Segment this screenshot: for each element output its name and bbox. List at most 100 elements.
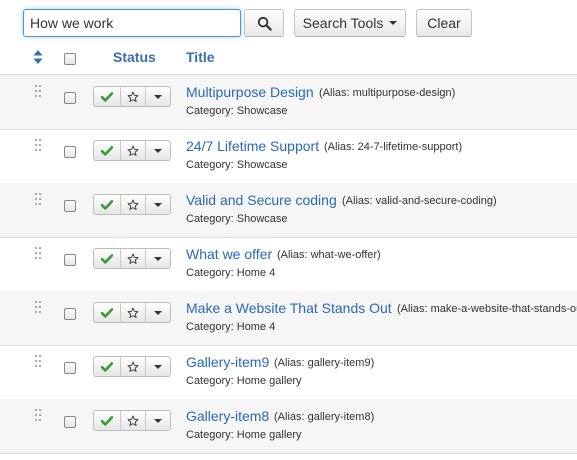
article-alias: (Alias: gallery-item8) [274, 411, 375, 423]
table-row: Valid and Secure coding (Alias: valid-and… [0, 183, 577, 238]
row-checkbox[interactable] [64, 254, 76, 266]
article-category: Category: Home gallery [186, 375, 302, 387]
check-icon [101, 361, 113, 372]
article-alias: (Alias: multipurpose-design) [319, 87, 456, 99]
sort-icon[interactable] [32, 49, 44, 65]
row-checkbox[interactable] [64, 92, 76, 104]
caret-down-icon [154, 310, 162, 315]
table-row: Gallery-item8 (Alias: gallery-item8) Categ… [0, 399, 577, 454]
featured-toggle-button[interactable] [120, 357, 145, 376]
drag-handle-icon[interactable] [35, 247, 41, 259]
actions-dropdown-button[interactable] [145, 87, 170, 106]
status-toggle-group [93, 194, 171, 215]
drag-handle-icon[interactable] [35, 85, 41, 97]
actions-dropdown-button[interactable] [145, 141, 170, 160]
star-icon [127, 91, 139, 102]
actions-dropdown-button[interactable] [145, 303, 170, 322]
article-category: Category: Showcase [186, 213, 288, 225]
status-header[interactable]: Status [113, 48, 156, 66]
table-header: Status Title [0, 46, 577, 75]
article-title-link[interactable]: Gallery-item8 [186, 408, 269, 425]
check-icon [101, 199, 113, 210]
article-title-link[interactable]: 24/7 Lifetime Support [186, 138, 319, 155]
actions-dropdown-button[interactable] [145, 357, 170, 376]
filter-toolbar: Search Tools Clear [0, 0, 577, 46]
publish-toggle-button[interactable] [94, 249, 120, 268]
row-checkbox[interactable] [64, 200, 76, 212]
featured-toggle-button[interactable] [120, 87, 145, 106]
check-icon [101, 307, 113, 318]
search-tools-label: Search Tools [302, 15, 384, 31]
article-title-link[interactable]: Make a Website That Stands Out [186, 300, 392, 317]
featured-toggle-button[interactable] [120, 141, 145, 160]
article-category: Category: Home 4 [186, 321, 276, 333]
article-alias: (Alias: what-we-offer) [277, 249, 381, 261]
status-toggle-group [93, 302, 171, 323]
row-checkbox[interactable] [64, 146, 76, 158]
actions-dropdown-button[interactable] [145, 411, 170, 430]
publish-toggle-button[interactable] [94, 195, 120, 214]
status-toggle-group [93, 86, 171, 107]
row-checkbox[interactable] [64, 416, 76, 428]
table-row: What we offer (Alias: what-we-offer) Categ… [0, 237, 577, 292]
article-category: Category: Home gallery [186, 429, 302, 441]
table-row: Gallery-item9 (Alias: gallery-item9) Categ… [0, 345, 577, 400]
publish-toggle-button[interactable] [94, 411, 120, 430]
article-alias: (Alias: make-a-website-that-stands-out) [397, 303, 577, 315]
drag-handle-icon[interactable] [35, 139, 41, 151]
featured-toggle-button[interactable] [120, 411, 145, 430]
search-tools-button[interactable]: Search Tools [294, 9, 406, 37]
caret-down-icon [154, 202, 162, 207]
featured-toggle-button[interactable] [120, 195, 145, 214]
table-row: 24/7 Lifetime Support (Alias: 24-7-lifeti… [0, 129, 577, 184]
article-category: Category: Showcase [186, 159, 288, 171]
article-alias: (Alias: 24-7-lifetime-support) [324, 141, 463, 153]
drag-handle-icon[interactable] [35, 301, 41, 313]
publish-toggle-button[interactable] [94, 303, 120, 322]
article-alias: (Alias: valid-and-secure-coding) [342, 195, 497, 207]
drag-handle-icon[interactable] [35, 409, 41, 421]
table-row: Multipurpose Design (Alias: multipurpose-… [0, 75, 577, 130]
row-checkbox[interactable] [64, 308, 76, 320]
featured-toggle-button[interactable] [120, 249, 145, 268]
star-icon [127, 307, 139, 318]
clear-label: Clear [427, 15, 461, 31]
clear-button[interactable]: Clear [416, 9, 472, 37]
article-title-link[interactable]: Gallery-item9 [186, 354, 269, 371]
drag-handle-icon[interactable] [35, 355, 41, 367]
featured-toggle-button[interactable] [120, 303, 145, 322]
article-title-link[interactable]: Multipurpose Design [186, 84, 314, 101]
article-category: Category: Showcase [186, 105, 288, 117]
status-toggle-group [93, 140, 171, 161]
check-icon [101, 415, 113, 426]
caret-down-icon [154, 148, 162, 153]
status-toggle-group [93, 248, 171, 269]
caret-down-icon [154, 418, 162, 423]
star-icon [127, 361, 139, 372]
check-icon [101, 145, 113, 156]
publish-toggle-button[interactable] [94, 87, 120, 106]
publish-toggle-button[interactable] [94, 141, 120, 160]
search-button[interactable] [244, 9, 284, 37]
caret-down-icon [154, 256, 162, 261]
actions-dropdown-button[interactable] [145, 249, 170, 268]
actions-dropdown-button[interactable] [145, 195, 170, 214]
article-category: Category: Home 4 [186, 267, 276, 279]
select-all-checkbox[interactable] [64, 53, 76, 65]
article-title-link[interactable]: What we offer [186, 246, 272, 263]
title-header[interactable]: Title [186, 48, 215, 66]
publish-toggle-button[interactable] [94, 357, 120, 376]
search-input[interactable] [23, 9, 241, 37]
row-checkbox[interactable] [64, 362, 76, 374]
star-icon [127, 415, 139, 426]
article-title-link[interactable]: Valid and Secure coding [186, 192, 337, 209]
star-icon [127, 145, 139, 156]
drag-handle-icon[interactable] [35, 193, 41, 205]
star-icon [127, 253, 139, 264]
check-icon [101, 91, 113, 102]
star-icon [127, 199, 139, 210]
article-alias: (Alias: gallery-item9) [274, 357, 375, 369]
table-row: Make a Website That Stands Out (Alias: ma… [0, 291, 577, 346]
status-toggle-group [93, 410, 171, 431]
caret-down-icon [389, 21, 398, 25]
